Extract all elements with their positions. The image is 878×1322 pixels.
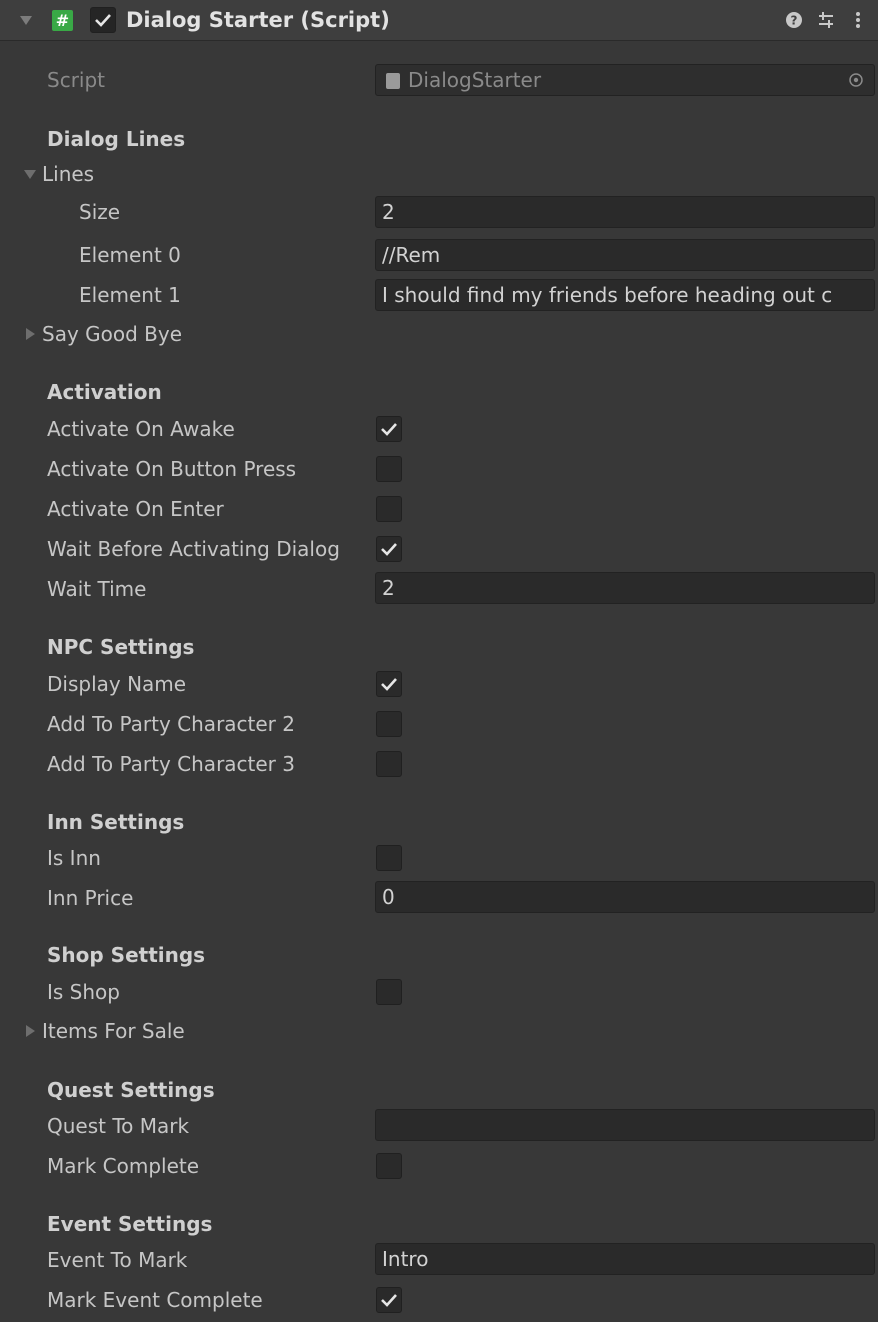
is-inn-checkbox[interactable] <box>376 845 402 871</box>
say-good-bye-foldout-label[interactable]: Say Good Bye <box>42 316 182 352</box>
inn-price-field[interactable]: 0 <box>375 881 875 913</box>
display-name-label: Display Name <box>47 672 187 696</box>
script-value: DialogStarter <box>408 68 542 92</box>
npc-settings-heading: NPC Settings <box>47 635 195 659</box>
items-for-sale-foldout-label[interactable]: Items For Sale <box>42 1013 185 1049</box>
csharp-script-icon: # <box>52 10 73 31</box>
event-to-mark-label: Event To Mark <box>47 1248 188 1272</box>
quest-to-mark-label: Quest To Mark <box>47 1114 190 1138</box>
is-shop-checkbox[interactable] <box>376 979 402 1005</box>
checkmark-icon <box>381 423 397 436</box>
dialog-lines-heading: Dialog Lines <box>47 127 186 151</box>
wait-time-value: 2 <box>382 576 395 600</box>
size-label: Size <box>79 200 121 224</box>
activate-on-awake-label: Activate On Awake <box>47 417 235 441</box>
activation-heading: Activation <box>47 380 162 404</box>
add-to-party-3-checkbox[interactable] <box>376 751 402 777</box>
activate-on-enter-checkbox[interactable] <box>376 496 402 522</box>
script-label: Script <box>47 68 106 92</box>
activate-on-button-press-label: Activate On Button Press <box>47 457 297 481</box>
script-icon-glyph: # <box>55 11 70 30</box>
wait-before-activating-label: Wait Before Activating Dialog <box>47 537 340 561</box>
activate-on-awake-checkbox[interactable] <box>376 416 402 442</box>
mark-event-complete-label: Mark Event Complete <box>47 1288 263 1312</box>
checkmark-icon <box>95 14 111 27</box>
event-to-mark-value: Intro <box>382 1247 429 1271</box>
mark-complete-checkbox[interactable] <box>376 1153 402 1179</box>
element-0-label: Element 0 <box>79 243 181 267</box>
component-title: Dialog Starter (Script) <box>126 8 390 32</box>
inn-settings-heading: Inn Settings <box>47 810 185 834</box>
element-0-field[interactable]: //Rem <box>375 239 875 271</box>
is-inn-label: Is Inn <box>47 846 101 870</box>
more-menu-icon[interactable] <box>848 10 868 30</box>
wait-time-label: Wait Time <box>47 577 147 601</box>
element-1-value: I should find my friends before heading … <box>382 283 833 307</box>
component-header[interactable]: # Dialog Starter (Script) ? <box>0 0 878 41</box>
quest-to-mark-field[interactable] <box>375 1109 875 1141</box>
script-asset-icon <box>386 73 400 89</box>
checkmark-icon <box>381 678 397 691</box>
add-to-party-2-checkbox[interactable] <box>376 711 402 737</box>
add-to-party-2-label: Add To Party Character 2 <box>47 712 295 736</box>
svg-text:?: ? <box>791 14 798 28</box>
inn-price-label: Inn Price <box>47 886 134 910</box>
add-to-party-3-label: Add To Party Character 3 <box>47 752 295 776</box>
display-name-checkbox[interactable] <box>376 671 402 697</box>
event-to-mark-field[interactable]: Intro <box>375 1243 875 1275</box>
presets-icon[interactable] <box>816 10 836 30</box>
checkmark-icon <box>381 1294 397 1307</box>
size-value: 2 <box>382 200 395 224</box>
component-enabled-checkbox[interactable] <box>90 7 116 33</box>
quest-settings-heading: Quest Settings <box>47 1078 215 1102</box>
shop-settings-heading: Shop Settings <box>47 943 206 967</box>
items-for-sale-foldout-arrow-icon[interactable] <box>26 1025 35 1037</box>
is-shop-label: Is Shop <box>47 980 120 1004</box>
help-icon[interactable]: ? <box>784 10 804 30</box>
foldout-arrow-icon[interactable] <box>20 16 32 25</box>
activate-on-enter-label: Activate On Enter <box>47 497 224 521</box>
wait-before-activating-checkbox[interactable] <box>376 536 402 562</box>
mark-event-complete-checkbox[interactable] <box>376 1287 402 1313</box>
element-1-field[interactable]: I should find my friends before heading … <box>375 279 875 311</box>
object-picker-icon <box>849 73 863 87</box>
checkmark-icon <box>381 543 397 556</box>
event-settings-heading: Event Settings <box>47 1212 213 1236</box>
inspector-panel: # Dialog Starter (Script) ? Script Dialo… <box>0 0 878 1322</box>
activate-on-button-press-checkbox[interactable] <box>376 456 402 482</box>
lines-foldout-label[interactable]: Lines <box>42 156 94 192</box>
element-1-label: Element 1 <box>79 283 181 307</box>
element-0-value: //Rem <box>382 243 441 267</box>
size-field[interactable]: 2 <box>375 196 875 228</box>
lines-foldout-arrow-icon[interactable] <box>24 170 36 179</box>
mark-complete-label: Mark Complete <box>47 1154 200 1178</box>
inn-price-value: 0 <box>382 885 395 909</box>
say-good-bye-foldout-arrow-icon[interactable] <box>26 328 35 340</box>
wait-time-field[interactable]: 2 <box>375 572 875 604</box>
script-object-field: DialogStarter <box>375 64 875 96</box>
